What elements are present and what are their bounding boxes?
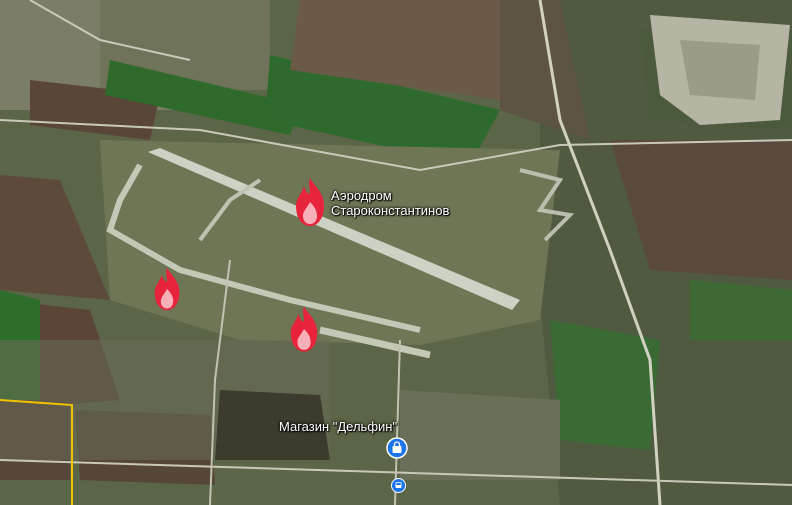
shopping-bag-icon[interactable]	[386, 437, 408, 464]
airfield-label-line2: Староконстантинов	[331, 203, 450, 218]
airfield-label-line1: Аэродром	[331, 188, 392, 203]
satellite-map[interactable]: Аэродром Староконстантинов Магазин "Дель…	[0, 0, 792, 505]
fire-icon[interactable]	[292, 176, 328, 233]
airfield-label[interactable]: Аэродром Староконстантинов	[331, 188, 449, 218]
bus-stop-icon[interactable]	[391, 478, 406, 498]
shop-label[interactable]: Магазин "Дельфин"	[279, 419, 397, 434]
fire-icon[interactable]	[150, 266, 184, 317]
fire-icon[interactable]	[287, 304, 321, 359]
